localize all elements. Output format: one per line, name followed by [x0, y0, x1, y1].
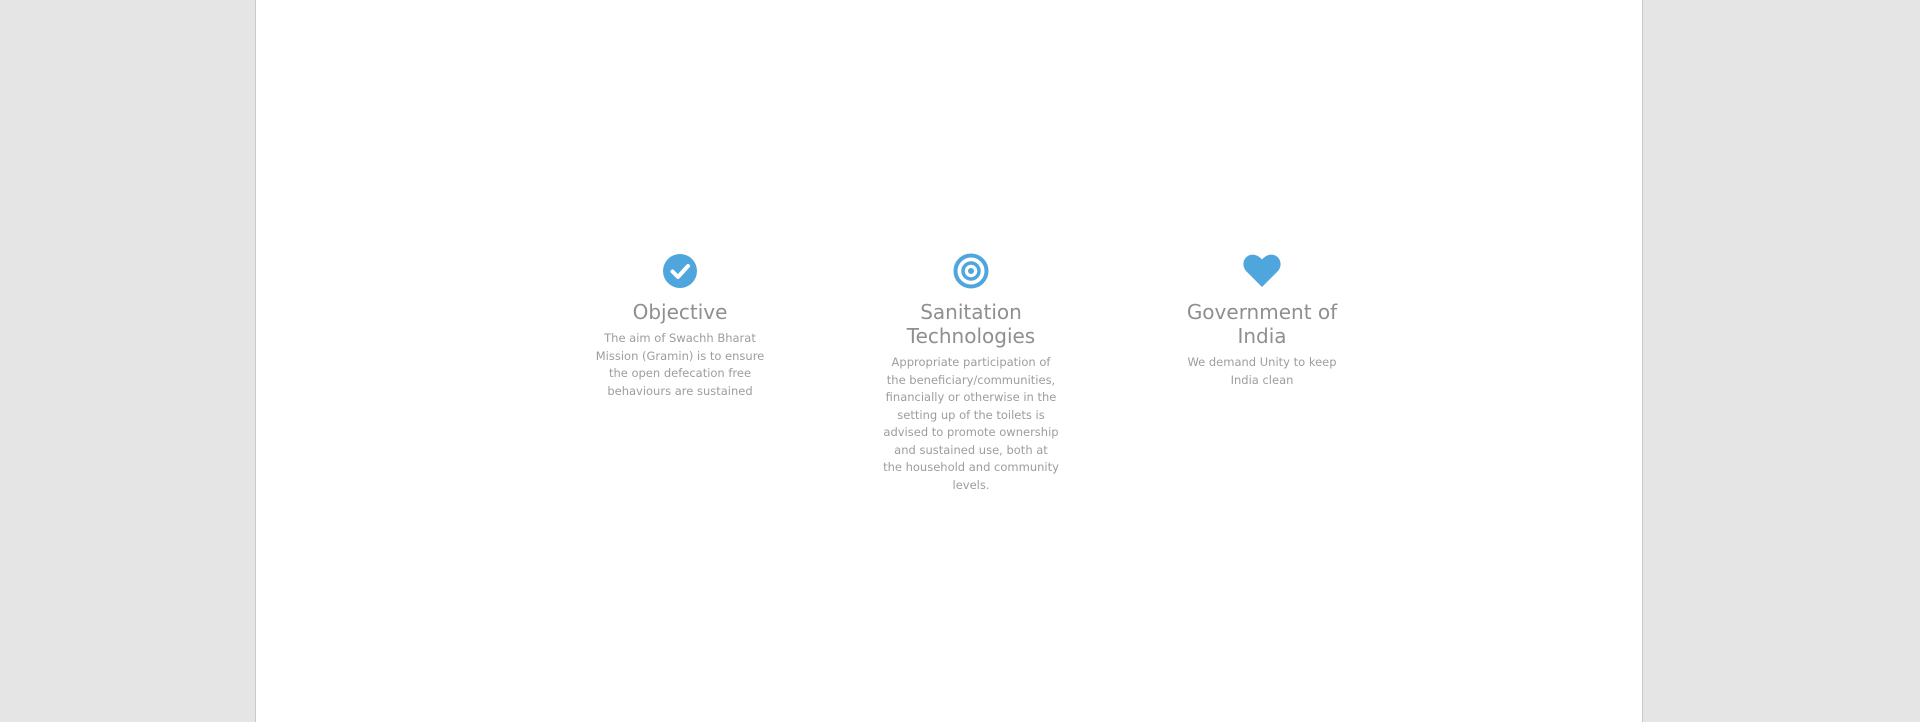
feature-title: Objective	[632, 300, 728, 324]
feature-title: Sanitation Technologies	[906, 300, 1036, 348]
feature-description: The aim of Swachh Bharat Mission (Gramin…	[595, 331, 765, 398]
feature-government-of-india: Government of India We demand Unity to k…	[1172, 252, 1352, 494]
heart-icon	[1243, 252, 1281, 290]
features-section: Objective The aim of Swachh Bharat Missi…	[590, 252, 1352, 494]
check-circle-icon	[661, 252, 699, 290]
target-icon	[952, 252, 990, 290]
feature-sanitation-technologies: Sanitation Technologies Appropriate part…	[881, 252, 1061, 494]
feature-objective: Objective The aim of Swachh Bharat Missi…	[590, 252, 770, 494]
feature-title: Government of India	[1186, 300, 1338, 348]
feature-description: Appropriate participation of the benefic…	[883, 355, 1059, 492]
feature-description: We demand Unity to keep India clean	[1187, 355, 1337, 387]
page-content: Objective The aim of Swachh Bharat Missi…	[255, 0, 1643, 722]
